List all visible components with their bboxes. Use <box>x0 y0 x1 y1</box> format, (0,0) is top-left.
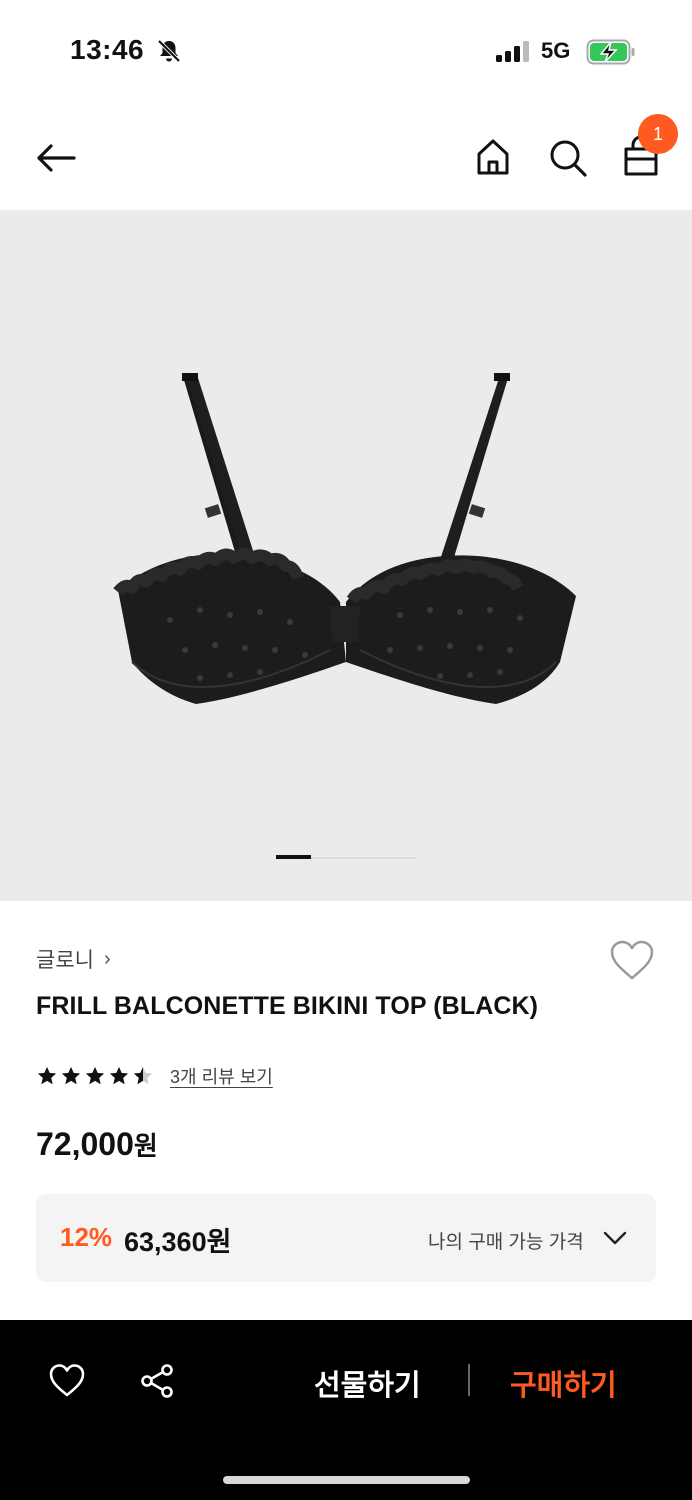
star-icon <box>61 1066 81 1085</box>
review-link[interactable]: 3개 리뷰 보기 <box>170 1063 273 1089</box>
home-icon[interactable] <box>470 134 516 180</box>
my-price-label: 나의 구매 가능 가격 <box>428 1232 584 1253</box>
brand-link[interactable]: 글로니 › <box>36 944 111 974</box>
buy-button[interactable]: 구매하기 <box>510 1362 617 1404</box>
search-icon[interactable] <box>544 134 590 180</box>
status-time: 13:46 <box>70 34 145 65</box>
star-rating <box>36 1065 154 1087</box>
battery-charging-icon <box>586 39 635 65</box>
discount-price: 63,360원 <box>124 1227 232 1257</box>
chevron-down-icon <box>603 1231 627 1245</box>
price-value: 72,000 <box>36 1126 134 1162</box>
product-title: FRILL BALCONETTE BIKINI TOP (BLACK) <box>36 992 539 1020</box>
share-icon[interactable] <box>138 1362 176 1400</box>
heart-outline-icon[interactable] <box>608 938 656 984</box>
signal-icon <box>496 41 529 62</box>
star-icon <box>109 1066 129 1085</box>
heart-outline-icon[interactable] <box>48 1362 86 1400</box>
network-label: 5G <box>541 38 571 63</box>
home-indicator[interactable] <box>223 1476 470 1484</box>
product-image[interactable] <box>0 210 692 901</box>
mute-bell-icon <box>157 39 181 63</box>
chevron-right-icon: › <box>103 947 111 970</box>
original-price: 72,000원 <box>36 1126 158 1163</box>
discount-price-box[interactable]: 12% 63,360원 나의 구매 가능 가격 <box>36 1194 656 1282</box>
rating-row: 3개 리뷰 보기 <box>36 1062 273 1090</box>
back-button[interactable] <box>32 134 80 182</box>
carousel-indicator <box>276 855 311 859</box>
star-icon <box>37 1066 57 1085</box>
back-arrow-icon <box>37 144 76 172</box>
bottom-action-bar: 선물하기 구매하기 <box>0 1320 692 1500</box>
divider <box>468 1364 470 1396</box>
nav-bar <box>0 104 692 210</box>
cart-badge: 1 <box>638 114 678 154</box>
star-icon <box>85 1066 105 1085</box>
bikini-top-image <box>113 373 576 704</box>
gift-button[interactable]: 선물하기 <box>314 1362 421 1404</box>
discount-rate: 12% <box>60 1222 113 1252</box>
price-unit: 원 <box>133 1131 158 1161</box>
brand-name: 글로니 <box>36 949 94 972</box>
half-star-icon <box>133 1066 153 1085</box>
status-bar: 13:46 5G <box>0 0 692 104</box>
